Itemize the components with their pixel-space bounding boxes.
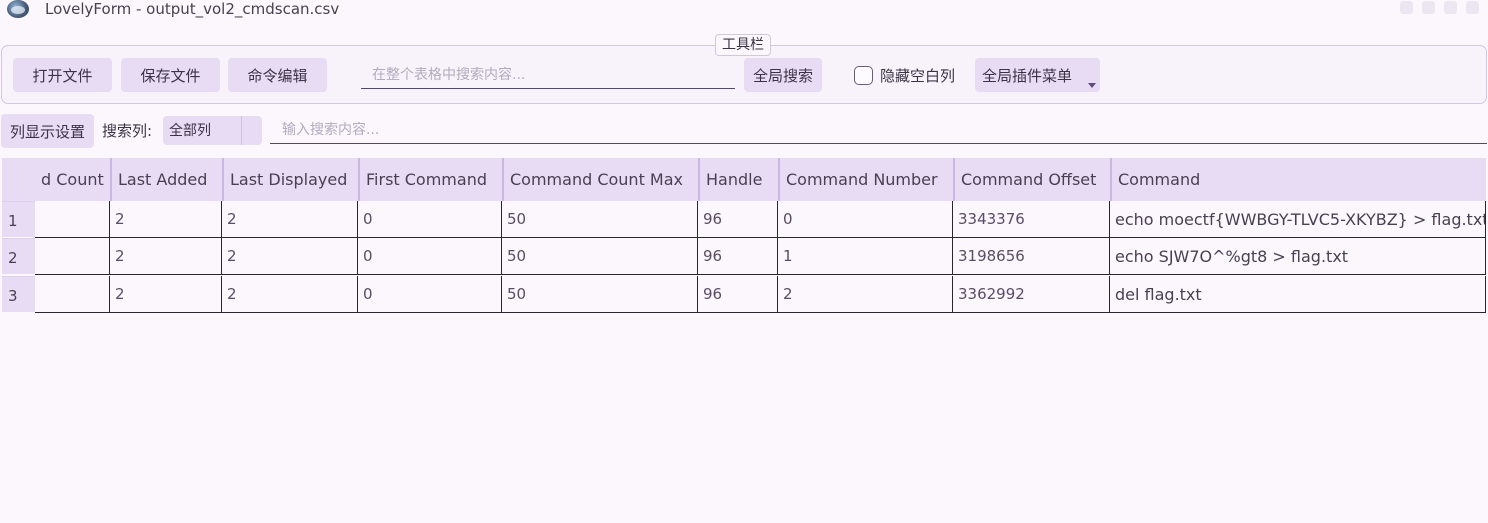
command-edit-button[interactable]: 命令编辑: [228, 58, 327, 92]
column-search-input[interactable]: [270, 117, 1487, 144]
toolbar-legend: 工具栏: [715, 34, 771, 56]
plugin-menu-label: 全局插件菜单: [982, 66, 1073, 85]
table-cell[interactable]: del flag.txt: [1110, 276, 1486, 313]
minimize-icon[interactable]: [1400, 1, 1413, 14]
window-title: LovelyForm - output_vol2_cmdscan.csv: [45, 0, 340, 18]
restore-icon[interactable]: [1444, 1, 1457, 14]
table-cell[interactable]: 3362992: [953, 276, 1110, 313]
table-cell[interactable]: [35, 238, 110, 275]
table-cell[interactable]: 3198656: [953, 238, 1110, 275]
table-cell[interactable]: 0: [358, 276, 502, 313]
combo-divider: [241, 116, 242, 145]
table-cell[interactable]: 50: [502, 276, 698, 313]
row-number[interactable]: 1: [2, 201, 35, 237]
table-cell[interactable]: 3343376: [953, 201, 1110, 238]
table-cell[interactable]: 2: [110, 238, 222, 275]
header-handle[interactable]: Handle: [698, 158, 778, 201]
maximize-icon[interactable]: [1422, 1, 1435, 14]
row-number[interactable]: 3: [2, 276, 35, 312]
title-bar: LovelyForm - output_vol2_cmdscan.csv: [0, 0, 1488, 22]
row-number[interactable]: 2: [2, 238, 35, 274]
column-settings-button[interactable]: 列显示设置: [1, 114, 94, 148]
close-icon[interactable]: [1466, 1, 1479, 14]
header-first-command[interactable]: First Command: [358, 158, 502, 201]
global-search-button[interactable]: 全局搜索: [744, 58, 822, 92]
table-cell[interactable]: 2: [110, 201, 222, 238]
header-command-count-max[interactable]: Command Count Max: [502, 158, 698, 201]
search-column-value: 全部列: [169, 123, 211, 139]
header-count[interactable]: d Count: [35, 158, 110, 201]
chevron-down-icon: [1088, 83, 1096, 88]
table-cell[interactable]: 2: [222, 276, 358, 313]
table-cell[interactable]: echo SJW7O^%gt8 > flag.txt: [1110, 238, 1486, 275]
open-file-button[interactable]: 打开文件: [13, 58, 112, 92]
table-cell[interactable]: 0: [778, 201, 953, 238]
table-cell[interactable]: 1: [778, 238, 953, 275]
search-column-select[interactable]: 全部列: [163, 116, 262, 145]
header-last-added[interactable]: Last Added: [110, 158, 222, 201]
data-table: d Count Last Added Last Displayed First …: [0, 156, 1488, 523]
table-cell[interactable]: 2: [222, 201, 358, 238]
hide-empty-columns-label: 隐藏空白列: [880, 67, 956, 85]
header-command-offset[interactable]: Command Offset: [953, 158, 1110, 201]
search-column-label: 搜索列:: [102, 122, 153, 140]
table-cell[interactable]: 0: [358, 238, 502, 275]
table-cell[interactable]: 50: [502, 201, 698, 238]
table-cell[interactable]: 2: [222, 238, 358, 275]
save-file-button[interactable]: 保存文件: [121, 58, 220, 92]
table-cell[interactable]: [35, 276, 110, 313]
table-corner[interactable]: [2, 158, 35, 201]
table-cell[interactable]: echo moectf{WWBGY-TLVC5-XKYBZ} > flag.tx…: [1110, 201, 1486, 238]
header-command-number[interactable]: Command Number: [778, 158, 953, 201]
table-cell[interactable]: 2: [778, 276, 953, 313]
table-cell[interactable]: 0: [358, 201, 502, 238]
table-cell[interactable]: 96: [698, 201, 778, 238]
global-plugin-menu-button[interactable]: 全局插件菜单: [975, 58, 1100, 92]
header-last-displayed[interactable]: Last Displayed: [222, 158, 358, 201]
table-cell[interactable]: 50: [502, 238, 698, 275]
table-cell[interactable]: [35, 201, 110, 238]
global-search-input[interactable]: [361, 62, 735, 89]
hide-empty-columns-checkbox[interactable]: [854, 66, 873, 85]
table-cell[interactable]: 96: [698, 276, 778, 313]
app-logo-icon: [7, 0, 29, 18]
table-cell[interactable]: 96: [698, 238, 778, 275]
header-command[interactable]: Command: [1110, 158, 1486, 201]
table-cell[interactable]: 2: [110, 276, 222, 313]
